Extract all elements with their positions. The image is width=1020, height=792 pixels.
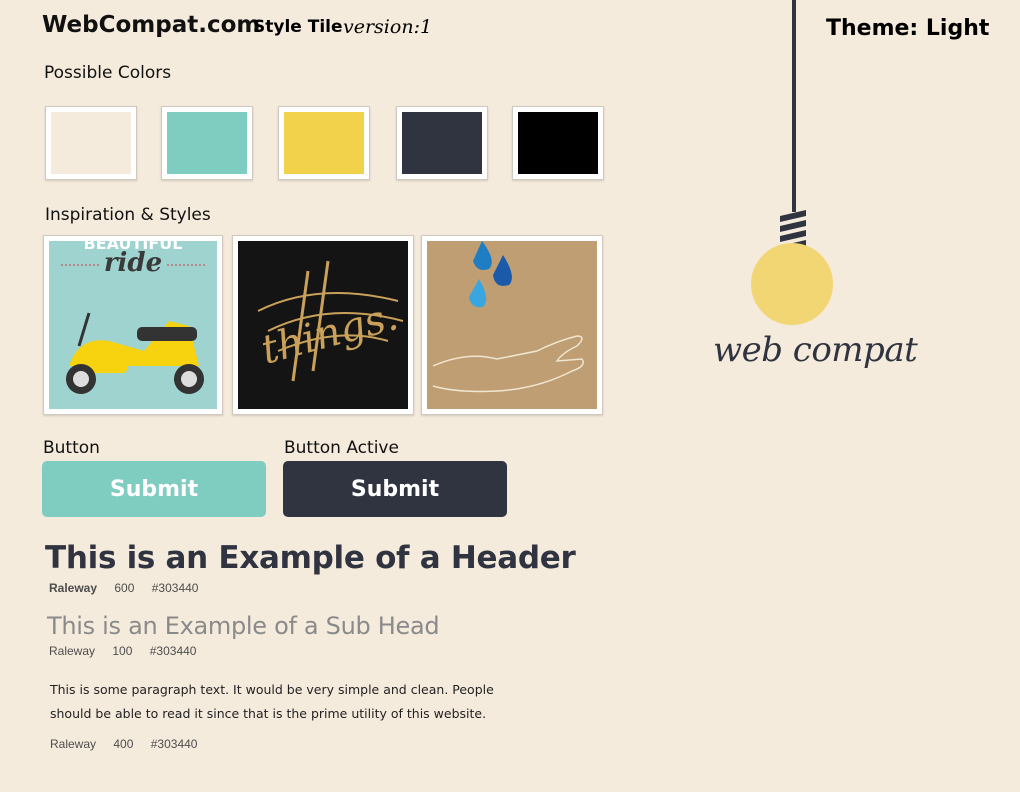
scooter-poster-image: BEAUTIFUL ride [43, 234, 223, 415]
paragraph-font: Raleway [50, 737, 97, 751]
version-label: version:1 [343, 16, 433, 38]
swatch-fill [518, 112, 598, 174]
header-example: This is an Example of a Header [45, 540, 576, 576]
subhead-font: Raleway [49, 644, 96, 658]
theme-label: Theme: Light [826, 16, 990, 41]
swatch-fill [402, 112, 482, 174]
subhead-color: #303440 [149, 644, 197, 658]
paragraph-weight: 400 [113, 737, 134, 751]
header-color: #303440 [151, 581, 199, 595]
inspiration-label: Inspiration & Styles [45, 205, 211, 225]
subhead-example: This is an Example of a Sub Head [47, 612, 440, 640]
color-swatch-black [512, 106, 604, 180]
subhead-weight: 100 [112, 644, 133, 658]
paragraph-example: This is some paragraph text. It would be… [50, 682, 494, 721]
gold-lettering-image: things. [232, 235, 414, 415]
raindrop-hand-image [421, 235, 603, 415]
color-swatch-teal [161, 106, 253, 180]
subhead-font-meta: Raleway 100 #303440 [49, 644, 210, 658]
header-font: Raleway [49, 581, 98, 595]
paragraph-color: #303440 [150, 737, 198, 751]
button-label: Button [43, 438, 100, 458]
swatch-fill [51, 112, 131, 174]
header-weight: 600 [114, 581, 135, 595]
color-swatch-navy [396, 106, 488, 180]
paragraph-font-meta: Raleway 400 #303440 [50, 737, 211, 751]
button-active-label: Button Active [284, 438, 399, 458]
possible-colors-label: Possible Colors [44, 63, 172, 83]
poster-text: ride [104, 248, 162, 278]
submit-button[interactable]: Submit [42, 461, 266, 517]
brand-title: WebCompat.com [42, 12, 261, 38]
lightbulb-icon [751, 0, 833, 325]
color-swatch-cream [45, 106, 137, 180]
style-tile-title: Style Tile [253, 17, 343, 37]
color-swatch-yellow [278, 106, 370, 180]
swatch-fill [167, 112, 247, 174]
header-font-meta: Raleway 600 #303440 [49, 581, 212, 595]
swatch-fill [284, 112, 364, 174]
submit-button-active[interactable]: Submit [283, 461, 507, 517]
web-compat-logo-text: web compat [713, 330, 918, 370]
